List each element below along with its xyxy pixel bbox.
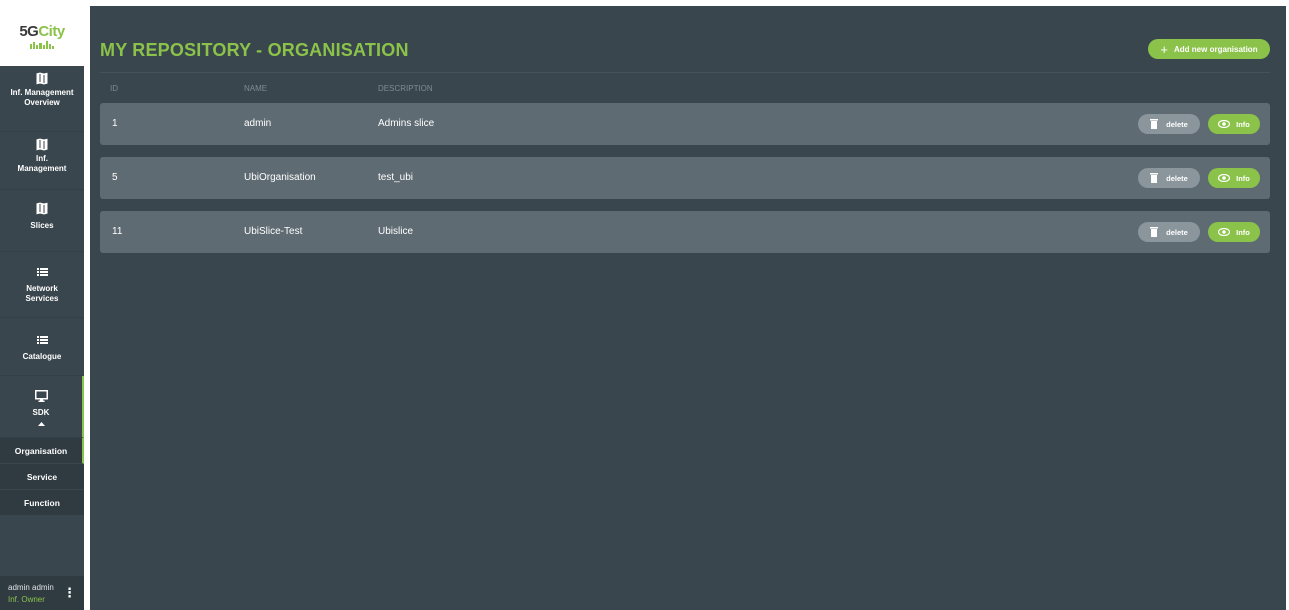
kebab-menu-icon[interactable]: ⋮ bbox=[63, 586, 76, 599]
info-button[interactable]: Info bbox=[1208, 168, 1260, 188]
sidebar-item-inf-management[interactable]: Inf. Management bbox=[0, 132, 84, 190]
map-icon bbox=[36, 138, 48, 151]
delete-button[interactable]: delete bbox=[1138, 114, 1200, 134]
sidebar-item-sdk[interactable]: SDK bbox=[0, 376, 84, 438]
column-header-name: NAME bbox=[244, 84, 268, 93]
sidebar: 5GCity Inf. Management Overview Inf. Man… bbox=[0, 6, 84, 610]
delete-label: delete bbox=[1166, 227, 1188, 237]
sidebar-item-label: Network Services bbox=[25, 284, 59, 303]
table-row: 1 admin Admins slice delete Info bbox=[100, 103, 1270, 145]
logo-text-city: City bbox=[38, 23, 65, 40]
map-icon bbox=[36, 202, 48, 215]
info-label: Info bbox=[1236, 173, 1250, 183]
row-name: admin bbox=[244, 118, 272, 129]
sidebar-item-inf-management-overview[interactable]: Inf. Management Overview bbox=[0, 66, 84, 132]
sidebar-item-label: SDK bbox=[32, 408, 50, 417]
monitor-icon bbox=[34, 390, 48, 402]
main-content: MY REPOSITORY - ORGANISATION + Add new o… bbox=[90, 6, 1286, 610]
row-id: 1 bbox=[112, 118, 118, 129]
sidebar-sub-item-service[interactable]: Service bbox=[0, 464, 84, 490]
page-title: MY REPOSITORY - ORGANISATION bbox=[100, 40, 409, 60]
eye-icon bbox=[1218, 120, 1231, 128]
column-header-description: DESCRIPTION bbox=[378, 84, 433, 93]
user-role: Inf. Owner bbox=[8, 595, 45, 604]
info-button[interactable]: Info bbox=[1208, 222, 1260, 242]
delete-button[interactable]: delete bbox=[1138, 222, 1200, 242]
row-id: 11 bbox=[112, 226, 123, 237]
info-label: Info bbox=[1236, 227, 1250, 237]
sidebar-item-catalogue[interactable]: Catalogue bbox=[0, 318, 84, 376]
row-id: 5 bbox=[112, 172, 118, 183]
sidebar-item-label: Inf. Management Overview bbox=[10, 88, 74, 107]
table-row: 5 UbiOrganisation test_ubi delete Info bbox=[100, 157, 1270, 199]
header-divider bbox=[100, 72, 1270, 73]
row-description: Ubislice bbox=[378, 226, 414, 237]
trash-icon bbox=[1150, 227, 1159, 237]
user-name: admin admin bbox=[8, 583, 54, 592]
plus-icon: + bbox=[1160, 41, 1169, 57]
sidebar-item-label: Inf. Management bbox=[17, 154, 67, 173]
row-description: test_ubi bbox=[378, 172, 414, 183]
delete-button[interactable]: delete bbox=[1138, 168, 1200, 188]
sidebar-sub-item-function[interactable]: Function bbox=[0, 490, 84, 516]
table-row: 11 UbiSlice-Test Ubislice delete Info bbox=[100, 211, 1270, 253]
eye-icon bbox=[1218, 228, 1231, 236]
list-icon bbox=[36, 268, 48, 276]
list-icon bbox=[36, 336, 48, 344]
sidebar-item-label: Slices bbox=[30, 221, 54, 230]
map-icon bbox=[36, 72, 48, 85]
delete-label: delete bbox=[1166, 119, 1188, 129]
app-window: 5GCity Inf. Management Overview Inf. Man… bbox=[0, 6, 1286, 610]
city-skyline-icon bbox=[30, 41, 54, 49]
caret-up-icon bbox=[37, 422, 45, 426]
delete-label: delete bbox=[1166, 173, 1188, 183]
add-organisation-label: Add new organisation bbox=[1174, 44, 1258, 54]
user-panel: admin admin Inf. Owner ⋮ bbox=[0, 576, 84, 610]
sidebar-item-slices[interactable]: Slices bbox=[0, 190, 84, 252]
sidebar-item-network-services[interactable]: Network Services bbox=[0, 252, 84, 318]
trash-icon bbox=[1150, 173, 1159, 183]
sidebar-sub-item-organisation[interactable]: Organisation bbox=[0, 438, 84, 464]
logo-text-5g: 5G bbox=[19, 23, 39, 40]
logo[interactable]: 5GCity bbox=[0, 6, 84, 66]
trash-icon bbox=[1150, 119, 1159, 129]
row-description: Admins slice bbox=[378, 118, 435, 129]
column-header-id: ID bbox=[110, 84, 118, 93]
eye-icon bbox=[1218, 174, 1231, 182]
row-name: UbiSlice-Test bbox=[244, 226, 303, 237]
sidebar-item-label: Catalogue bbox=[22, 352, 62, 361]
row-name: UbiOrganisation bbox=[244, 172, 316, 183]
add-organisation-button[interactable]: + Add new organisation bbox=[1148, 39, 1270, 59]
info-label: Info bbox=[1236, 119, 1250, 129]
info-button[interactable]: Info bbox=[1208, 114, 1260, 134]
